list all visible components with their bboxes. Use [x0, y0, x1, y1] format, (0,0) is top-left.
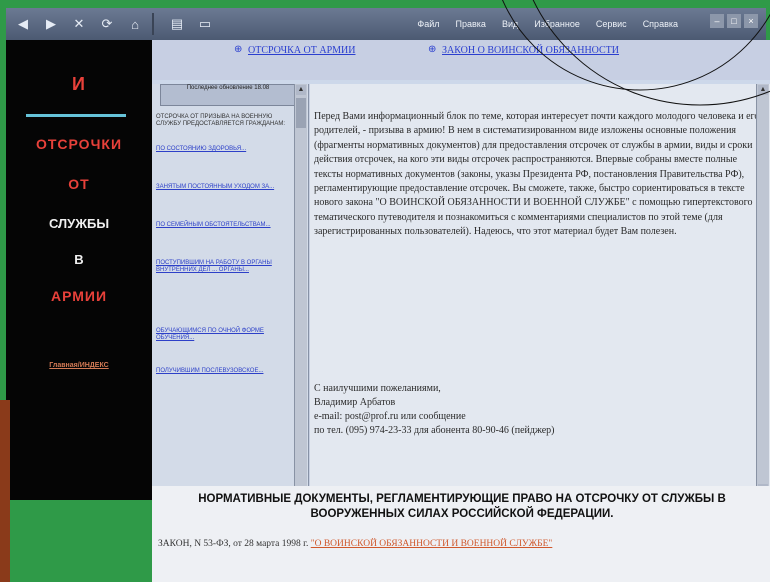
- title-word-3: ОТ: [68, 176, 90, 192]
- contact-phone: по тел. (095) 974-23-33 для абонента 80-…: [314, 425, 555, 436]
- list-link-care[interactable]: ЗАНЯТЫМ ПОСТОЯННЫМ УХОДОМ ЗА...: [156, 184, 296, 191]
- window-buttons: – □ ×: [707, 14, 758, 28]
- title-word-4: СЛУЖБЫ: [48, 216, 110, 231]
- background-strip: [0, 400, 10, 582]
- law-entry: ЗАКОН, N 53-ФЗ, от 28 марта 1998 г. "О В…: [158, 538, 758, 551]
- title-word-2: ОТСРОЧКИ: [35, 136, 123, 152]
- scroll-up-icon[interactable]: ▲: [296, 85, 306, 95]
- stop-icon[interactable]: ✕: [68, 14, 90, 34]
- content-scrollbar[interactable]: ▲ ▼: [756, 84, 769, 500]
- list-link-family[interactable]: ПО СЕМЕЙНЫМ ОБСТОЯТЕЛЬСТВАМ...: [156, 222, 296, 229]
- menu-file[interactable]: Файл: [417, 19, 439, 29]
- nav-link-deferment[interactable]: ОТСРОЧКА ОТ АРМИИ: [248, 45, 356, 56]
- toolbar-separator: [152, 13, 154, 35]
- left-title-panel: И ОТСРОЧКИ ОТ СЛУЖБЫ В АРМИИ Главная/ИНД…: [6, 40, 152, 500]
- arrow-icon: ⊕: [428, 44, 437, 55]
- page-main: ⊕ ОТСРОЧКА ОТ АРМИИ ⊕ ЗАКОН О ВОИНСКОЙ О…: [152, 40, 770, 582]
- contact-email: e-mail: post@prof.ru или сообщение: [314, 411, 466, 422]
- title-word-6: АРМИИ: [50, 288, 108, 304]
- list-scrollbar[interactable]: ▲ ▼: [294, 84, 307, 528]
- back-icon[interactable]: ◀: [12, 14, 34, 34]
- author-name: Владимир Арбатов: [314, 397, 396, 408]
- nav-link-law[interactable]: ЗАКОН О ВОИНСКОЙ ОБЯЗАННОСТИ: [442, 45, 619, 56]
- browser-toolbar: ◀ ▶ ✕ ⟳ ⌂ ▤ ▭ Файл Правка Вид Избранное …: [6, 8, 766, 40]
- update-header: Последнее обновление 18.08: [160, 84, 296, 106]
- screenshot-frame: ◀ ▶ ✕ ⟳ ⌂ ▤ ▭ Файл Правка Вид Избранное …: [0, 0, 770, 582]
- list-intro: ОТСРОЧКА ОТ ПРИЗЫВА НА ВОЕННУЮ СЛУЖБУ ПР…: [156, 114, 286, 127]
- content-frame: Перед Вами информационный блок по теме, …: [310, 84, 770, 500]
- documents-heading: НОРМАТИВНЫЕ ДОКУМЕНТЫ, РЕГЛАМЕНТИРУЮЩИЕ …: [198, 493, 726, 520]
- edit-icon[interactable]: ▭: [194, 14, 216, 34]
- menu-bar: Файл Правка Вид Избранное Сервис Справка: [409, 19, 686, 29]
- menu-favorites[interactable]: Избранное: [534, 19, 580, 29]
- arrow-icon: ⊕: [234, 44, 243, 55]
- title-word-1: И: [72, 74, 86, 94]
- close-icon[interactable]: ×: [744, 14, 758, 28]
- home-icon[interactable]: ⌂: [124, 14, 146, 34]
- decorative-divider: [26, 114, 126, 117]
- intro-paragraph: Перед Вами информационный блок по теме, …: [314, 111, 760, 238]
- law-prefix: ЗАКОН, N 53-ФЗ, от 28 марта 1998 г.: [158, 539, 309, 549]
- list-link-police[interactable]: ПОСТУПИВШИМ НА РАБОТУ В ОРГАНЫ ВНУТРЕННИ…: [156, 260, 296, 274]
- top-navigation: ⊕ ОТСРОЧКА ОТ АРМИИ ⊕ ЗАКОН О ВОИНСКОЙ О…: [152, 40, 770, 80]
- print-icon[interactable]: ▤: [166, 14, 188, 34]
- law-link[interactable]: "О ВОИНСКОЙ ОБЯЗАННОСТИ И ВОЕННОЙ СЛУЖБЕ…: [311, 539, 553, 549]
- minimize-icon[interactable]: –: [710, 14, 724, 28]
- signoff-text: С наилучшими пожеланиями,: [314, 383, 441, 394]
- list-link-health[interactable]: ПО СОСТОЯНИЮ ЗДОРОВЬЯ...: [156, 146, 296, 153]
- menu-edit[interactable]: Правка: [456, 19, 486, 29]
- menu-help[interactable]: Справка: [643, 19, 678, 29]
- menu-view[interactable]: Вид: [502, 19, 518, 29]
- menu-tools[interactable]: Сервис: [596, 19, 627, 29]
- title-word-5: В: [74, 252, 84, 267]
- list-link-postgrad[interactable]: ПОЛУЧИВШИМ ПОСЛЕВУЗОВСКОЕ...: [156, 368, 296, 375]
- scroll-up-icon[interactable]: ▲: [758, 85, 768, 95]
- list-link-students[interactable]: ОБУЧАЮЩИМСЯ ПО ОЧНОЙ ФОРМЕ ОБУЧЕНИЯ...: [156, 328, 296, 342]
- documents-section: НОРМАТИВНЫЕ ДОКУМЕНТЫ, РЕГЛАМЕНТИРУЮЩИЕ …: [152, 486, 770, 582]
- list-frame: Последнее обновление 18.08 ОТСРОЧКА ОТ П…: [152, 84, 309, 528]
- forward-icon[interactable]: ▶: [40, 14, 62, 34]
- refresh-icon[interactable]: ⟳: [96, 14, 118, 34]
- maximize-icon[interactable]: □: [727, 14, 741, 28]
- home-link[interactable]: Главная/ИНДЕКС: [6, 362, 152, 369]
- scroll-thumb[interactable]: [296, 98, 306, 128]
